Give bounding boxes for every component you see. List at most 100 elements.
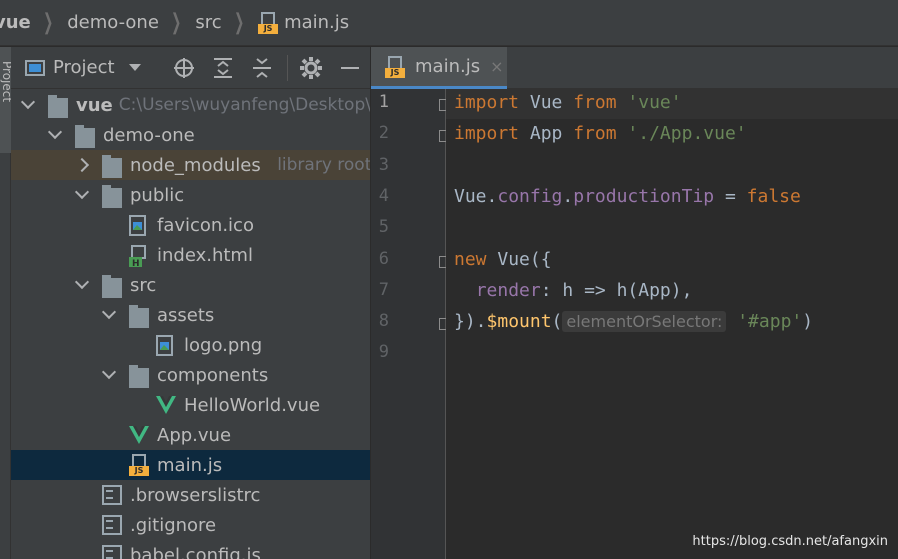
tree-item-label: App.vue <box>157 424 232 446</box>
chevron-down-icon[interactable] <box>74 184 90 200</box>
text-file-icon <box>102 485 122 505</box>
code-token: : h => h(App), <box>540 279 693 301</box>
project-tool-window-tab[interactable]: Project <box>0 47 14 153</box>
chevron-right-icon[interactable] <box>74 157 90 173</box>
tree-item-hint: library root <box>277 155 370 175</box>
code-token: from <box>573 123 617 145</box>
code-line: render: h => h(App), <box>454 279 693 301</box>
code-line: }).$mount(elementOrSelector: '#app') <box>454 311 814 333</box>
tree-item-label: components <box>157 364 269 386</box>
js-file-icon: JS <box>258 11 279 34</box>
tree-item[interactable]: .gitignore <box>11 510 370 540</box>
tree-item[interactable]: favicon.ico <box>11 210 370 240</box>
code-token: ) <box>802 311 814 333</box>
tree-item[interactable]: components <box>11 360 370 390</box>
line-number: 8 <box>378 311 389 332</box>
code-token: }). <box>454 311 487 333</box>
breadcrumb-item-src[interactable]: src <box>195 0 221 45</box>
vue-file-icon <box>156 396 176 416</box>
code-line: import Vue from 'vue' <box>454 92 682 113</box>
tree-item[interactable]: public <box>11 180 370 210</box>
code-token: productionTip <box>573 185 715 207</box>
tree-item-label: public <box>130 184 185 206</box>
project-panel-header: Project <box>11 47 370 89</box>
tree-item[interactable]: vue C:\Users\wuyanfeng\Desktop\ <box>11 90 370 120</box>
tree-item[interactable]: assets <box>11 300 370 330</box>
tree-item[interactable]: Hindex.html <box>11 240 370 270</box>
tree-item-label: vue <box>76 94 113 116</box>
tree-item-label: demo-one <box>103 124 195 146</box>
code-token: false <box>746 185 801 207</box>
tree-item[interactable]: logo.png <box>11 330 370 360</box>
project-view-selector[interactable]: Project <box>53 57 115 78</box>
chevron-down-icon[interactable] <box>74 274 90 290</box>
vue-file-icon <box>129 426 149 446</box>
code-token: Vue({ <box>486 248 552 270</box>
toolbar-divider <box>287 55 288 81</box>
image-file-icon <box>129 215 149 236</box>
code-token: config <box>497 185 563 207</box>
chevron-down-icon[interactable] <box>101 364 117 380</box>
collapse-all-icon[interactable] <box>249 55 275 81</box>
chevron-down-icon[interactable] <box>20 94 36 110</box>
tree-item[interactable]: .browserslistrc <box>11 480 370 510</box>
chevron-down-icon[interactable] <box>128 64 141 71</box>
line-number: 4 <box>378 185 389 206</box>
breadcrumb-item-main-js[interactable]: JS main.js <box>258 0 349 45</box>
editor-gutter: 1 2 3 4 5 6 7 8 9 <box>371 89 450 559</box>
code-token: Vue. <box>454 185 498 207</box>
code-token: './App.vue' <box>627 123 747 145</box>
tree-item-label: logo.png <box>184 334 263 356</box>
expand-all-icon[interactable] <box>210 55 236 81</box>
html-file-icon: H <box>129 245 149 269</box>
code-token: . <box>562 185 574 207</box>
breadcrumb-item-demo-one[interactable]: demo-one <box>67 0 159 45</box>
breadcrumb-item-vue[interactable]: vue <box>0 0 31 45</box>
tree-item[interactable]: node_modules library root <box>11 150 370 180</box>
chevron-right-icon: ❯ <box>42 10 54 35</box>
code-token: $mount <box>486 311 552 333</box>
chevron-down-icon[interactable] <box>47 124 63 140</box>
tree-item[interactable]: HelloWorld.vue <box>11 390 370 420</box>
tab-main-js[interactable]: JS main.js × <box>371 47 507 89</box>
tree-item[interactable]: demo-one <box>11 120 370 150</box>
line-number: 2 <box>378 123 389 144</box>
tree-item[interactable]: babel.config.js <box>11 540 370 559</box>
line-number: 3 <box>378 154 389 175</box>
folder-icon <box>102 185 122 208</box>
tree-item-label: index.html <box>157 244 253 266</box>
tree-item-label: node_modules <box>130 154 261 176</box>
tree-item[interactable]: JS main.js <box>11 450 370 480</box>
minimize-icon[interactable] <box>337 55 363 81</box>
js-file-icon: JS <box>385 55 405 78</box>
folder-icon <box>129 365 149 388</box>
folder-icon <box>102 275 122 298</box>
target-icon[interactable] <box>171 55 197 81</box>
code-line: new Vue({ <box>454 249 552 270</box>
tree-item-label: HelloWorld.vue <box>184 394 321 416</box>
project-panel: Project vue C:\Users\wuyanfeng\Desktop\ … <box>11 47 370 559</box>
folder-icon <box>102 155 122 178</box>
code-token: App <box>519 123 574 145</box>
code-token: from <box>573 92 617 113</box>
code-token: import <box>454 123 520 145</box>
gear-icon[interactable] <box>298 55 324 81</box>
close-icon[interactable]: × <box>490 57 503 76</box>
code-token: import <box>454 92 520 113</box>
chevron-right-icon: ❯ <box>233 10 244 35</box>
folder-icon <box>129 305 149 328</box>
code-editor[interactable]: import Vue from 'vue' import App from './… <box>446 89 898 559</box>
image-file-icon <box>156 335 176 356</box>
breadcrumb: vue ❯ demo-one ❯ src ❯ JS main.js <box>0 0 898 46</box>
line-number: 1 <box>378 92 389 112</box>
tool-window-stripe: Project <box>0 47 14 559</box>
chevron-down-icon[interactable] <box>101 304 117 320</box>
tree-item-label: babel.config.js <box>130 544 261 559</box>
tree-item-hint: C:\Users\wuyanfeng\Desktop\ <box>118 95 370 115</box>
tab-label: main.js <box>415 56 481 77</box>
tree-item[interactable]: src <box>11 270 370 300</box>
tree-item[interactable]: App.vue <box>11 420 370 450</box>
